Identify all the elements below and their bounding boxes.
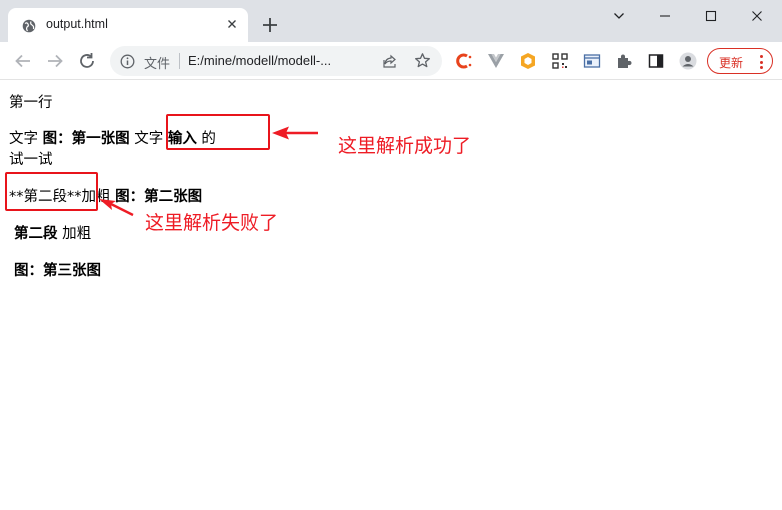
extension-vue-icon[interactable] (487, 52, 505, 70)
browser-tab[interactable]: output.html (8, 8, 248, 42)
update-button[interactable]: 更新 (707, 48, 773, 74)
paragraph-line-3: 试一试 (9, 152, 53, 168)
title-bar: output.html (0, 0, 782, 42)
side-panel-icon[interactable] (647, 52, 665, 70)
url-text[interactable]: E:/mine/modell/modell-... (188, 53, 331, 68)
address-bar[interactable]: 文件 E:/mine/modell/modell-... (110, 46, 442, 76)
page-content: 第一行 文字 图：第一张图 文字 输入 的 试一试 **第二段**加粗 图：第二… (0, 81, 782, 510)
tab-search-button[interactable] (596, 0, 642, 32)
bookmark-star-icon[interactable] (414, 52, 431, 73)
file-scheme-label: 文件 (144, 57, 171, 72)
text-span: 文字 (9, 131, 43, 147)
image-alt-bold: 图：第三张图 (14, 263, 101, 279)
reload-icon[interactable] (76, 50, 98, 72)
extension-qrcode-icon[interactable] (551, 52, 569, 70)
text-span: 加粗 (57, 226, 92, 242)
extension-orange-icon[interactable] (519, 52, 537, 70)
success-highlight-box (166, 114, 270, 150)
extension-c-icon[interactable] (455, 52, 473, 70)
back-arrow-icon[interactable] (12, 50, 34, 72)
forward-arrow-icon[interactable] (44, 50, 66, 72)
browser-toolbar: 文件 E:/mine/modell/modell-... 更新 (0, 42, 782, 80)
close-window-button[interactable] (734, 0, 780, 32)
globe-icon (22, 18, 36, 33)
new-tab-button[interactable] (258, 13, 282, 37)
failure-highlight-box (5, 172, 98, 211)
arrow-icon (272, 126, 318, 140)
paragraph-line-1: 第一行 (9, 95, 53, 111)
maximize-button[interactable] (688, 0, 734, 32)
more-vertical-icon (760, 55, 764, 72)
minimize-button[interactable] (642, 0, 688, 32)
text-span: 文字 (129, 131, 168, 147)
profile-avatar-icon[interactable] (679, 52, 697, 70)
paragraph-line-5: 第二段 加粗 (14, 222, 91, 243)
arrow-icon (99, 199, 134, 217)
update-label: 更新 (719, 56, 744, 70)
paragraph-line-6: 图：第三张图 (14, 259, 101, 280)
share-icon[interactable] (382, 53, 398, 73)
omnibox-divider (179, 53, 180, 69)
info-icon[interactable] (120, 54, 135, 73)
bold-text: 第二段 (14, 226, 58, 242)
success-annotation: 这里解析成功了 (338, 135, 472, 157)
close-tab-icon[interactable] (224, 16, 240, 32)
extension-window-icon[interactable] (583, 52, 601, 70)
tab-title: output.html (46, 17, 108, 31)
failure-annotation: 这里解析失败了 (145, 212, 279, 234)
image-alt-bold: 图：第一张图 (42, 131, 130, 147)
extensions-puzzle-icon[interactable] (615, 52, 633, 70)
